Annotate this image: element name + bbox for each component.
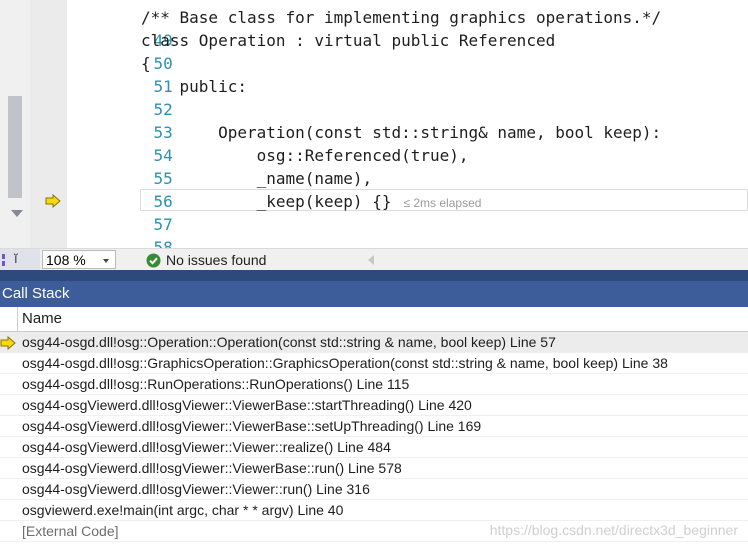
call-stack-row[interactable]: osg44-osgd.dll!osg::GraphicsOperation::G…: [0, 353, 748, 374]
current-frame-arrow-icon: [0, 335, 16, 351]
check-circle-icon: [146, 253, 161, 268]
code-text: {: [141, 54, 151, 73]
code-text: _keep(keep) {} ≤ 2ms elapsed: [141, 190, 482, 215]
column-header-name[interactable]: Name: [22, 307, 62, 331]
code-line[interactable]: 59: [67, 236, 173, 248]
frame-text: osg44-osgViewerd.dll!osgViewer::ViewerBa…: [22, 460, 402, 476]
call-stack-title[interactable]: Call Stack: [0, 281, 748, 307]
scroll-down-icon[interactable]: [11, 210, 23, 217]
call-stack-row[interactable]: osg44-osgViewerd.dll!osgViewer::Viewer::…: [0, 437, 748, 458]
frame-text: osg44-osgViewerd.dll!osgViewer::ViewerBa…: [22, 418, 482, 434]
call-stack-row[interactable]: osg44-osgViewerd.dll!osgViewer::ViewerBa…: [0, 395, 748, 416]
indicator-margin[interactable]: [30, 0, 66, 248]
code-text: _name(name),: [141, 169, 373, 188]
vertical-scrollbar[interactable]: [0, 0, 31, 248]
split-handle-icon[interactable]: [2, 253, 8, 267]
code-editor[interactable]: 49/** Base class for implementing graphi…: [0, 0, 748, 248]
call-stack-row[interactable]: osg44-osgd.dll!osg::Operation::Operation…: [0, 332, 748, 353]
code-text: Operation(const std::string& name, bool …: [141, 123, 662, 142]
editor-status-bar: ĭ 108 % No issues found: [0, 248, 748, 271]
header-gutter: [0, 307, 18, 331]
issues-text: No issues found: [166, 252, 267, 268]
frame-text: osg44-osgd.dll!osg::RunOperations::RunOp…: [22, 376, 410, 392]
call-stack-row[interactable]: osg44-osgViewerd.dll!osgViewer::Viewer::…: [0, 479, 748, 500]
code-line[interactable]: 54 Operation(const std::string& name, bo…: [67, 121, 662, 165]
code-line[interactable]: 56 _name(name),: [67, 167, 373, 211]
code-line[interactable]: 50 class Operation : virtual public Refer…: [67, 29, 555, 73]
code-text: /** Base class for implementing graphics…: [141, 8, 662, 27]
frame-text: osg44-osgViewerd.dll!osgViewer::ViewerBa…: [22, 397, 472, 413]
zoom-value: 108 %: [46, 252, 86, 268]
code-text: public:: [141, 77, 247, 96]
frame-text: osg44-osgd.dll!osg::GraphicsOperation::G…: [22, 355, 668, 371]
code-text: class Operation : virtual public Referen…: [141, 31, 556, 50]
dock-separator: [0, 270, 748, 281]
frame-text: [External Code]: [22, 523, 119, 539]
chevron-down-icon: [103, 259, 109, 263]
code-text: osg::Referenced(true),: [141, 146, 469, 165]
code-lines: 49/** Base class for implementing graphi…: [67, 6, 662, 248]
code-line[interactable]: 53: [67, 98, 173, 142]
column-header: Name: [0, 307, 748, 332]
code-line-current[interactable]: 57 _keep(keep) {} ≤ 2ms elapsed: [67, 190, 482, 234]
frame-text: osg44-osgd.dll!osg::Operation::Operation…: [22, 334, 556, 350]
call-stack-row[interactable]: osg44-osgd.dll!osg::RunOperations::RunOp…: [0, 374, 748, 395]
text-cursor-icon[interactable]: ĭ: [14, 251, 18, 266]
frame-text: osg44-osgViewerd.dll!osgViewer::Viewer::…: [22, 481, 370, 497]
code-line[interactable]: 51{: [67, 52, 173, 96]
horizontal-scrollbar[interactable]: [382, 249, 748, 271]
issues-indicator[interactable]: No issues found: [146, 251, 266, 269]
zoom-dropdown[interactable]: 108 %: [42, 250, 116, 269]
code-line[interactable]: 52 public:: [67, 75, 247, 119]
scroll-left-icon[interactable]: [368, 255, 374, 265]
watermark: https://blog.csdn.net/directx3d_beginner: [489, 522, 738, 538]
code-line[interactable]: 49/** Base class for implementing graphi…: [67, 6, 661, 50]
call-stack-row[interactable]: osg44-osgViewerd.dll!osgViewer::ViewerBa…: [0, 416, 748, 437]
call-stack-list: osg44-osgd.dll!osg::Operation::Operation…: [0, 332, 748, 542]
code-line[interactable]: 55 osg::Referenced(true),: [67, 144, 469, 188]
call-stack-row[interactable]: osgviewerd.exe!main(int argc, char * * a…: [0, 500, 748, 521]
code-text-value: _keep(keep) {}: [141, 192, 392, 211]
call-stack-row[interactable]: osg44-osgViewerd.dll!osgViewer::ViewerBa…: [0, 458, 748, 479]
code-line[interactable]: 58: [67, 213, 173, 248]
frame-text: osgviewerd.exe!main(int argc, char * * a…: [22, 502, 344, 518]
execution-pointer-icon: [45, 194, 61, 208]
frame-text: osg44-osgViewerd.dll!osgViewer::Viewer::…: [22, 439, 391, 455]
scrollbar-thumb[interactable]: [8, 96, 22, 198]
perf-tip-elapsed[interactable]: ≤ 2ms elapsed: [403, 196, 481, 210]
status-left-icons: ĭ: [0, 249, 40, 271]
